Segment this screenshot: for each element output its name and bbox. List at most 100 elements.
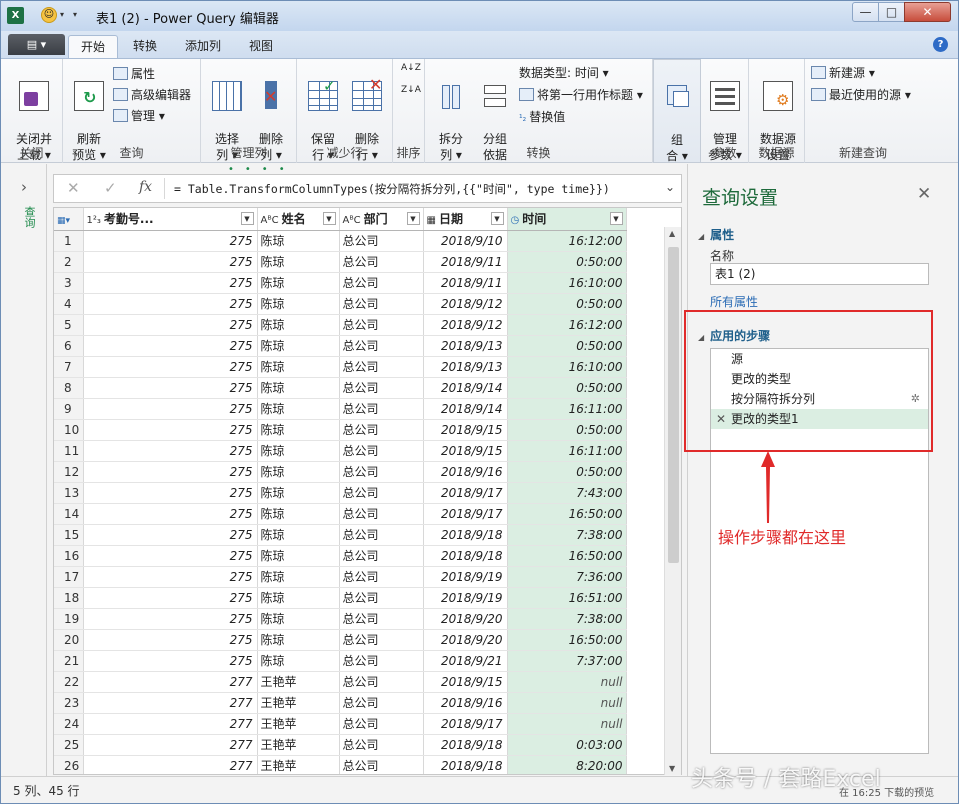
- cell-time[interactable]: 16:10:00: [507, 356, 627, 378]
- queries-pane-label[interactable]: 查询: [21, 206, 37, 228]
- cell-id[interactable]: 275: [83, 587, 258, 609]
- cell-name[interactable]: 陈琼: [257, 251, 340, 273]
- close-query-settings-icon[interactable]: ✕: [917, 184, 931, 204]
- cell-id[interactable]: 275: [83, 377, 258, 399]
- column-header-date[interactable]: ▦ 日期 ▼: [423, 208, 508, 231]
- cell-time[interactable]: 16:50:00: [507, 503, 627, 525]
- filter-dropdown-icon[interactable]: ▼: [406, 212, 420, 225]
- cell-dept[interactable]: 总公司: [339, 398, 424, 420]
- cancel-formula-icon[interactable]: ✕: [67, 179, 80, 197]
- cell-id[interactable]: 275: [83, 251, 258, 273]
- cell-name[interactable]: 陈琼: [257, 230, 340, 252]
- cell-name[interactable]: 陈琼: [257, 356, 340, 378]
- vertical-scrollbar[interactable]: ▲ ▼: [664, 227, 681, 775]
- expand-formula-icon[interactable]: ⌄: [665, 180, 675, 194]
- cell-time[interactable]: 16:50:00: [507, 545, 627, 567]
- cell-dept[interactable]: 总公司: [339, 230, 424, 252]
- cell-date[interactable]: 2018/9/18: [423, 545, 508, 567]
- column-header-id[interactable]: 1²₃ 考勤号... ▼: [83, 208, 258, 231]
- cell-date[interactable]: 2018/9/13: [423, 335, 508, 357]
- cell-name[interactable]: 陈琼: [257, 650, 340, 672]
- file-tab[interactable]: ▤ ▾: [8, 34, 65, 55]
- filter-dropdown-icon[interactable]: ▼: [490, 212, 504, 225]
- filter-dropdown-icon[interactable]: ▼: [322, 212, 336, 225]
- cell-date[interactable]: 2018/9/19: [423, 587, 508, 609]
- cell-date[interactable]: 2018/9/13: [423, 356, 508, 378]
- cell-name[interactable]: 陈琼: [257, 398, 340, 420]
- scroll-thumb[interactable]: [668, 247, 679, 563]
- sort-ascending-button[interactable]: A↓Z: [401, 63, 421, 81]
- cell-date[interactable]: 2018/9/15: [423, 671, 508, 693]
- cell-id[interactable]: 275: [83, 398, 258, 420]
- text-type-icon[interactable]: AᴮC: [343, 215, 361, 226]
- cell-name[interactable]: 陈琼: [257, 566, 340, 588]
- cell-name[interactable]: 王艳苹: [257, 692, 340, 714]
- table-row[interactable]: 20 275 陈琼 总公司 2018/9/20 16:50:00: [54, 629, 627, 651]
- tab-transform[interactable]: 转换: [121, 35, 169, 58]
- combine-button[interactable]: 组 合 ▾: [660, 66, 694, 164]
- cell-dept[interactable]: 总公司: [339, 272, 424, 294]
- cell-id[interactable]: 275: [83, 356, 258, 378]
- cell-name[interactable]: 陈琼: [257, 377, 340, 399]
- cell-date[interactable]: 2018/9/17: [423, 482, 508, 504]
- maximize-button[interactable]: □: [878, 2, 905, 22]
- all-properties-link[interactable]: 所有属性: [710, 293, 758, 310]
- cell-time[interactable]: 16:50:00: [507, 629, 627, 651]
- cell-time[interactable]: 0:50:00: [507, 461, 627, 483]
- cell-dept[interactable]: 总公司: [339, 755, 424, 774]
- column-header-name[interactable]: AᴮC 姓名 ▼: [257, 208, 340, 231]
- sort-descending-button[interactable]: Z↓A: [401, 85, 421, 103]
- replace-values-button[interactable]: ¹₂ 替换值: [519, 108, 565, 126]
- expand-queries-icon[interactable]: ›: [21, 178, 27, 196]
- cell-time[interactable]: 0:50:00: [507, 419, 627, 441]
- cell-time[interactable]: 0:50:00: [507, 377, 627, 399]
- table-row[interactable]: 4 275 陈琼 总公司 2018/9/12 0:50:00: [54, 293, 627, 315]
- close-button[interactable]: ✕: [904, 2, 951, 22]
- cell-date[interactable]: 2018/9/16: [423, 692, 508, 714]
- cell-name[interactable]: 陈琼: [257, 587, 340, 609]
- table-row[interactable]: 25 277 王艳苹 总公司 2018/9/18 0:03:00: [54, 734, 627, 756]
- cell-date[interactable]: 2018/9/17: [423, 503, 508, 525]
- cell-time[interactable]: 0:03:00: [507, 734, 627, 756]
- cell-date[interactable]: 2018/9/17: [423, 713, 508, 735]
- cell-time[interactable]: 16:11:00: [507, 398, 627, 420]
- cell-time[interactable]: 0:50:00: [507, 251, 627, 273]
- cell-name[interactable]: 陈琼: [257, 524, 340, 546]
- tab-view[interactable]: 视图: [237, 35, 285, 58]
- properties-button[interactable]: 属性: [113, 65, 155, 83]
- table-row[interactable]: 23 277 王艳苹 总公司 2018/9/16 null: [54, 692, 627, 714]
- cell-id[interactable]: 275: [83, 293, 258, 315]
- cell-dept[interactable]: 总公司: [339, 377, 424, 399]
- cell-id[interactable]: 277: [83, 734, 258, 756]
- cell-dept[interactable]: 总公司: [339, 461, 424, 483]
- cell-name[interactable]: 王艳苹: [257, 734, 340, 756]
- cell-id[interactable]: 275: [83, 650, 258, 672]
- cell-dept[interactable]: 总公司: [339, 482, 424, 504]
- cell-name[interactable]: 陈琼: [257, 545, 340, 567]
- filter-dropdown-icon[interactable]: ▼: [240, 212, 254, 225]
- cell-dept[interactable]: 总公司: [339, 692, 424, 714]
- cell-name[interactable]: 陈琼: [257, 461, 340, 483]
- cell-name[interactable]: 陈琼: [257, 314, 340, 336]
- cell-time[interactable]: 7:36:00: [507, 566, 627, 588]
- column-header-time[interactable]: ◷ 时间 ▼: [507, 208, 627, 231]
- accept-formula-icon[interactable]: ✓: [104, 179, 117, 197]
- table-row[interactable]: 2 275 陈琼 总公司 2018/9/11 0:50:00: [54, 251, 627, 273]
- cell-date[interactable]: 2018/9/18: [423, 755, 508, 774]
- cell-dept[interactable]: 总公司: [339, 587, 424, 609]
- cell-time[interactable]: 16:12:00: [507, 314, 627, 336]
- help-icon[interactable]: ?: [933, 37, 948, 52]
- tab-add-column[interactable]: 添加列: [173, 35, 233, 58]
- formula-input[interactable]: = Table.TransformColumnTypes(按分隔符拆分列,{{"…: [174, 181, 610, 197]
- manage-button[interactable]: 管理 ▾: [113, 107, 165, 125]
- table-row[interactable]: 12 275 陈琼 总公司 2018/9/16 0:50:00: [54, 461, 627, 483]
- table-row[interactable]: 5 275 陈琼 总公司 2018/9/12 16:12:00: [54, 314, 627, 336]
- table-row[interactable]: 1 275 陈琼 总公司 2018/9/10 16:12:00: [54, 230, 627, 252]
- column-header-dept[interactable]: AᴮC 部门 ▼: [339, 208, 424, 231]
- cell-id[interactable]: 275: [83, 629, 258, 651]
- scroll-up-icon[interactable]: ▲: [669, 229, 675, 238]
- time-type-icon[interactable]: ◷: [511, 215, 520, 226]
- cell-date[interactable]: 2018/9/15: [423, 419, 508, 441]
- table-row[interactable]: 14 275 陈琼 总公司 2018/9/17 16:50:00: [54, 503, 627, 525]
- cell-dept[interactable]: 总公司: [339, 734, 424, 756]
